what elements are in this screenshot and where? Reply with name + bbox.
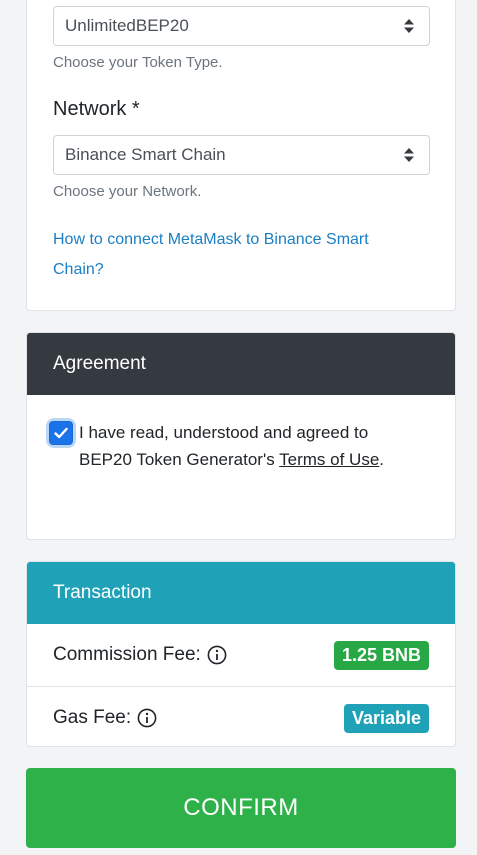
- checkbox-box[interactable]: [49, 421, 73, 445]
- gas-fee-row: Gas Fee: Variable: [27, 686, 455, 746]
- info-circle-icon[interactable]: [207, 645, 227, 665]
- network-help: Choose your Network.: [53, 183, 202, 200]
- token-settings-card: UnlimitedBEP20 Choose your Token Type. N…: [26, 0, 456, 311]
- token-type-value: UnlimitedBEP20: [65, 16, 189, 35]
- agreement-text: I have read, understood and agreed to BE…: [79, 419, 419, 473]
- commission-fee-badge: 1.25 BNB: [333, 641, 429, 670]
- token-type-select[interactable]: UnlimitedBEP20: [53, 6, 430, 46]
- network-label: Network *: [53, 98, 140, 120]
- check-icon: [54, 427, 68, 439]
- token-type-help: Choose your Token Type.: [53, 54, 223, 71]
- agreement-card: Agreement I have read, understood and ag…: [26, 332, 456, 540]
- terms-of-use-link[interactable]: Terms of Use: [279, 450, 379, 469]
- network-select[interactable]: Binance Smart Chain: [53, 135, 430, 175]
- info-circle-icon[interactable]: [137, 708, 157, 728]
- network-value: Binance Smart Chain: [65, 145, 226, 164]
- sort-arrows-icon: [404, 19, 414, 33]
- agreement-header: Agreement: [27, 333, 455, 395]
- agreement-text-after: .: [379, 450, 385, 469]
- commission-fee-label: Commission Fee:: [53, 644, 201, 665]
- agreement-checkbox[interactable]: [49, 421, 73, 445]
- gas-fee-label: Gas Fee:: [53, 706, 132, 728]
- gas-fee-badge: Variable: [343, 704, 429, 733]
- transaction-card: Transaction Commission Fee: 1.25 BNB Gas…: [26, 561, 456, 747]
- metamask-help-link[interactable]: How to connect MetaMask to Binance Smart…: [53, 225, 413, 285]
- commission-fee-row: Commission Fee: 1.25 BNB: [27, 624, 455, 686]
- transaction-header: Transaction: [27, 562, 455, 624]
- sort-arrows-icon: [404, 148, 414, 162]
- confirm-button[interactable]: CONFIRM: [26, 768, 456, 848]
